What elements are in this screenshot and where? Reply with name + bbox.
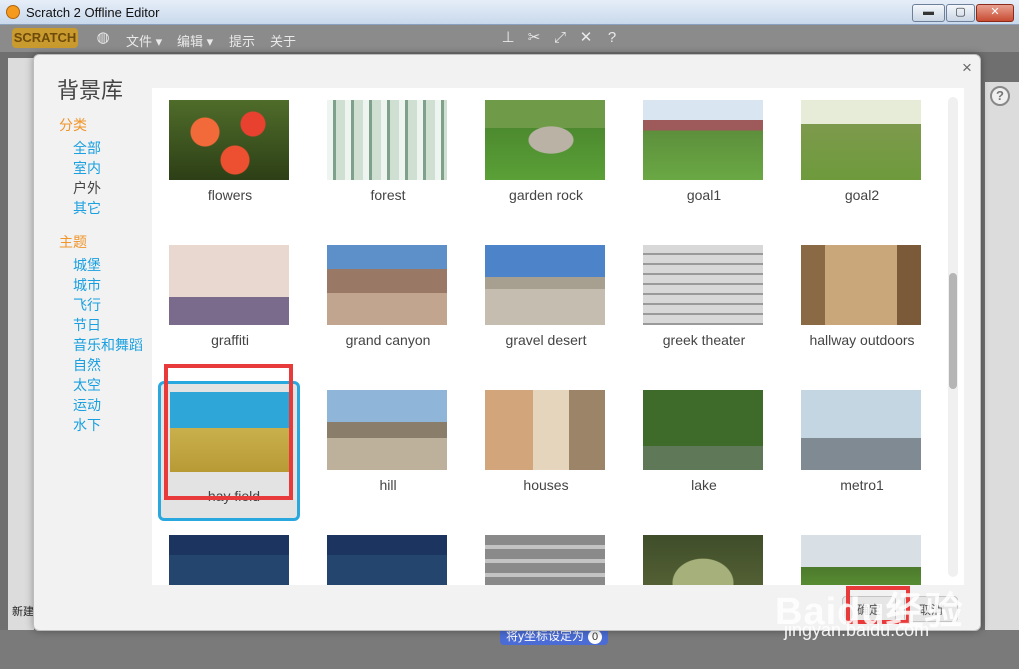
backdrop-thumbnail — [643, 390, 763, 470]
backdrop-label: graffiti — [211, 332, 249, 348]
backdrop-thumbnail — [169, 535, 289, 585]
close-button[interactable]: ✕ — [976, 4, 1014, 22]
backdrop-thumbnail — [485, 100, 605, 180]
backdrop-tile[interactable] — [786, 530, 928, 585]
backdrop-library-dialog: 背景库 × 分类 全部 室内 户外 其它 主题 城堡 城市 飞行 节日 音乐和舞… — [33, 54, 981, 631]
theme-nature[interactable]: 自然 — [59, 355, 159, 375]
theme-city[interactable]: 城市 — [59, 275, 159, 295]
backdrop-grid[interactable]: flowers forest garden rock goal1 goal2 g… — [152, 88, 964, 585]
backdrop-thumbnail — [801, 100, 921, 180]
backdrop-thumbnail — [643, 100, 763, 180]
backdrop-tile[interactable]: gravel desert — [470, 240, 612, 380]
backdrop-thumbnail — [485, 245, 605, 325]
grid-scrollbar-thumb[interactable] — [949, 273, 957, 389]
window-titlebar: Scratch 2 Offline Editor ▬ ▢ ✕ — [0, 0, 1019, 25]
backdrop-tile[interactable]: garden rock — [470, 95, 612, 235]
backdrop-tile[interactable]: grand canyon — [312, 240, 454, 380]
backdrop-thumbnail — [801, 245, 921, 325]
theme-sports[interactable]: 运动 — [59, 395, 159, 415]
backdrop-thumbnail — [327, 245, 447, 325]
scratch-logo[interactable]: SCRATCH — [12, 28, 78, 48]
backdrop-label: forest — [370, 187, 406, 203]
window-title: Scratch 2 Offline Editor — [26, 5, 160, 20]
backdrop-label: hill — [379, 477, 397, 493]
watermark-url: jingyan.baidu.com — [784, 620, 930, 640]
globe-icon[interactable]: ◍ — [95, 30, 111, 46]
backdrop-tile[interactable]: lake — [628, 385, 770, 525]
stamp-icon[interactable]: ⊥ — [500, 30, 516, 46]
backdrop-thumbnail — [485, 390, 605, 470]
backdrop-label: grand canyon — [345, 332, 431, 348]
category-outdoors[interactable]: 户外 — [59, 178, 159, 198]
cut-icon[interactable]: ✂ — [526, 30, 542, 46]
backdrop-thumbnail — [327, 535, 447, 585]
dialog-close-icon[interactable]: × — [958, 59, 976, 77]
backdrop-thumbnail — [801, 390, 921, 470]
menu-edit[interactable]: 编辑 ▾ — [177, 31, 213, 50]
menu-tips[interactable]: 提示 — [229, 31, 255, 50]
backdrop-tile[interactable] — [154, 530, 296, 585]
backdrop-label: goal2 — [844, 187, 880, 203]
category-all[interactable]: 全部 — [59, 138, 159, 158]
backdrop-label: flowers — [207, 187, 253, 203]
backdrop-label: gravel desert — [505, 332, 587, 348]
theme-castle[interactable]: 城堡 — [59, 255, 159, 275]
backdrop-tile[interactable]: greek theater — [628, 240, 770, 380]
backdrop-tile[interactable]: hallway outdoors — [786, 240, 928, 380]
backdrop-label: metro1 — [840, 477, 884, 493]
backdrop-tile[interactable] — [470, 530, 612, 585]
dialog-title: 背景库 — [57, 78, 124, 103]
backdrop-thumbnail — [327, 100, 447, 180]
backdrop-tile[interactable] — [312, 530, 454, 585]
grow-icon[interactable]: ⤢ — [552, 30, 568, 46]
highlight-selected-backdrop — [164, 364, 293, 500]
shrink-icon[interactable]: ✕ — [578, 30, 594, 46]
theme-music-dance[interactable]: 音乐和舞蹈 — [59, 335, 159, 355]
theme-flying[interactable]: 飞行 — [59, 295, 159, 315]
scratch-cat-icon — [6, 5, 20, 19]
backdrop-tile[interactable]: flowers — [154, 95, 296, 235]
backdrop-thumbnail — [169, 100, 289, 180]
menubar: SCRATCH ◍ 文件 ▾ 编辑 ▾ 提示 关于 ⊥ ✂ ⤢ ✕ ? — [0, 25, 1019, 52]
backdrop-label: garden rock — [509, 187, 583, 203]
backdrop-thumbnail — [643, 245, 763, 325]
backdrop-tile[interactable]: metro1 — [786, 385, 928, 525]
backdrop-label: houses — [523, 477, 569, 493]
help-tab-icon[interactable]: ? — [990, 86, 1010, 106]
editor-left-panel — [8, 58, 34, 658]
backdrop-thumbnail — [643, 535, 763, 585]
backdrop-tile[interactable] — [628, 530, 770, 585]
category-other[interactable]: 其它 — [59, 198, 159, 218]
help-icon[interactable]: ? — [604, 30, 620, 46]
backdrop-tile[interactable]: hill — [312, 385, 454, 525]
backdrop-tile[interactable]: goal1 — [628, 95, 770, 235]
new-sprite-label: 新建 — [12, 606, 34, 618]
maximize-button[interactable]: ▢ — [946, 4, 975, 22]
category-indoors[interactable]: 室内 — [59, 158, 159, 178]
backdrop-label: goal1 — [686, 187, 722, 203]
menu-about[interactable]: 关于 — [270, 31, 296, 50]
backdrop-tile[interactable]: goal2 — [786, 95, 928, 235]
backdrop-tile[interactable]: graffiti — [154, 240, 296, 380]
library-sidebar: 分类 全部 室内 户外 其它 主题 城堡 城市 飞行 节日 音乐和舞蹈 自然 太… — [59, 115, 159, 435]
backdrop-label: greek theater — [662, 332, 746, 348]
category-header: 分类 — [59, 117, 87, 133]
theme-holiday[interactable]: 节日 — [59, 315, 159, 335]
theme-underwater[interactable]: 水下 — [59, 415, 159, 435]
backdrop-tile[interactable]: houses — [470, 385, 612, 525]
backdrop-label: lake — [691, 477, 717, 493]
minimize-button[interactable]: ▬ — [912, 4, 945, 22]
backdrop-thumbnail — [169, 245, 289, 325]
theme-space[interactable]: 太空 — [59, 375, 159, 395]
backdrop-thumbnail — [327, 390, 447, 470]
backdrop-thumbnail — [801, 535, 921, 585]
theme-header: 主题 — [59, 234, 87, 250]
backdrop-thumbnail — [485, 535, 605, 585]
backdrop-label: hallway outdoors — [809, 332, 915, 348]
editor-right-panel — [985, 82, 1019, 647]
backdrop-tile[interactable]: forest — [312, 95, 454, 235]
menu-file[interactable]: 文件 ▾ — [126, 31, 162, 50]
